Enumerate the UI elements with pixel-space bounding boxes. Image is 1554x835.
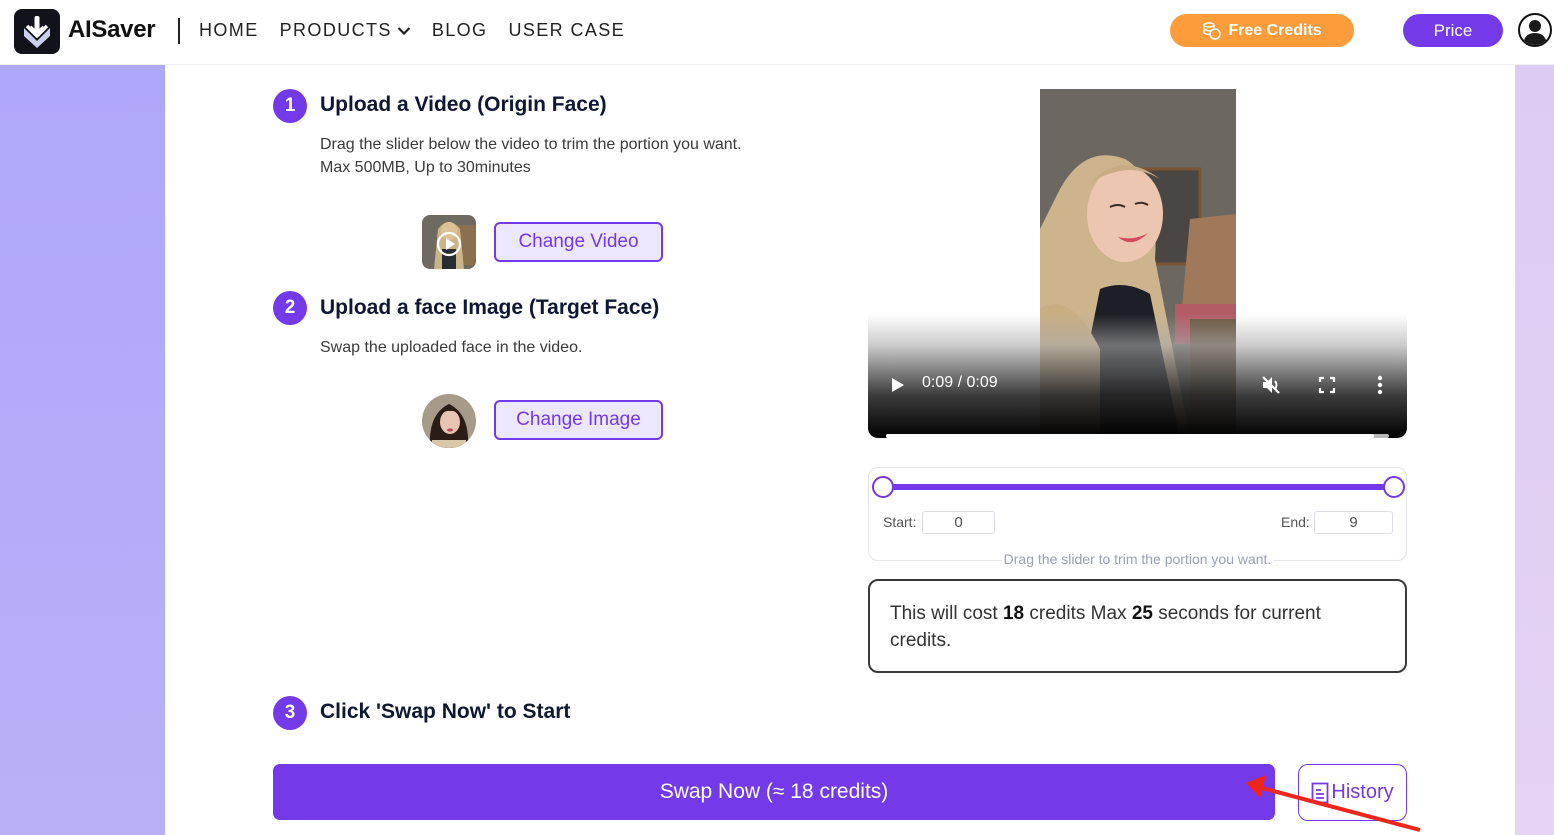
face-swap-panel: 1 Upload a Video (Origin Face) Drag the … [165, 65, 1515, 835]
trim-start-label: Start: [883, 514, 917, 530]
change-video-label: Change Video [518, 231, 639, 252]
trim-start-input[interactable] [922, 511, 995, 534]
user-avatar-icon[interactable] [1518, 13, 1552, 47]
change-image-button[interactable]: Change Image [494, 400, 663, 440]
step-2-desc-line-1: Swap the uploaded face in the video. [320, 339, 583, 356]
step-1-title: Upload a Video (Origin Face) [320, 93, 607, 116]
more-options-icon[interactable] [1376, 374, 1384, 396]
trim-caption-text: Drag the slider to trim the portion you … [1001, 551, 1274, 567]
step-2-badge: 2 [273, 291, 307, 325]
step-1-description: Drag the slider below the video to trim … [320, 133, 742, 179]
cost-credits-value: 18 [1002, 603, 1025, 624]
step-2-title: Upload a face Image (Target Face) [320, 296, 660, 319]
chevron-down-icon [397, 26, 411, 35]
brand-name[interactable]: AISaver [68, 16, 156, 44]
header-divider [178, 18, 180, 44]
step-1-desc-line-1: Drag the slider below the video to trim … [320, 136, 742, 153]
price-button[interactable]: Price [1403, 14, 1503, 47]
nav-home[interactable]: HOME [199, 20, 259, 41]
trim-caption: Drag the slider to trim the portion you … [868, 551, 1407, 567]
video-thumbnail[interactable] [422, 215, 476, 269]
nav-products-label: PRODUCTS [279, 20, 392, 40]
video-player[interactable]: 0:09 / 0:09 [868, 89, 1407, 438]
trim-end-input[interactable] [1314, 511, 1393, 534]
step-3-badge: 3 [273, 696, 307, 730]
fullscreen-icon[interactable] [1318, 376, 1336, 394]
background-right-gradient [1515, 65, 1554, 835]
nav-blog-label: BLOG [431, 20, 488, 40]
change-image-label: Change Image [516, 409, 641, 430]
step-3-title: Click 'Swap Now' to Start [320, 700, 571, 723]
download-arrow-logo-icon[interactable] [14, 9, 60, 54]
cost-middle: credits Max [1024, 603, 1132, 624]
history-button[interactable]: History [1298, 764, 1407, 821]
nav-products[interactable]: PRODUCTS [280, 20, 411, 41]
cost-seconds-value: 25 [1131, 603, 1153, 624]
nav-user-case[interactable]: USER CASE [508, 20, 625, 41]
trim-range-track[interactable] [883, 484, 1394, 490]
trim-slider-box: Start: End: [868, 467, 1407, 561]
coins-icon [1203, 21, 1222, 40]
nav-user-case-label: USER CASE [508, 20, 626, 40]
swap-now-button[interactable]: Swap Now (≈ 18 credits) [273, 764, 1275, 820]
history-label: History [1331, 781, 1394, 803]
document-list-icon [1311, 782, 1329, 803]
trim-end-label: End: [1281, 514, 1310, 530]
nav-blog[interactable]: BLOG [432, 20, 488, 41]
main-nav: HOME PRODUCTS BLOG USER CASE [199, 20, 646, 41]
trim-end-handle[interactable] [1383, 476, 1405, 498]
free-credits-label: Free Credits [1228, 21, 1322, 39]
mute-icon[interactable] [1260, 374, 1282, 396]
swap-now-label: Swap Now (≈ 18 credits) [659, 780, 889, 803]
price-label: Price [1433, 20, 1473, 40]
top-navbar: AISaver HOME PRODUCTS BLOG USER CASE Fre… [0, 0, 1554, 65]
video-time-display: 0:09 / 0:09 [922, 374, 998, 391]
play-icon[interactable] [890, 376, 906, 394]
change-video-button[interactable]: Change Video [494, 222, 663, 262]
video-progress-fill [886, 434, 1374, 438]
cost-info-box: This will cost 18 credits Max 25 seconds… [868, 579, 1407, 673]
nav-home-label: HOME [199, 20, 259, 40]
face-image-thumbnail[interactable] [422, 394, 476, 448]
cost-prefix: This will cost [890, 603, 1003, 624]
free-credits-button[interactable]: Free Credits [1170, 14, 1354, 47]
step-2-description: Swap the uploaded face in the video. [320, 336, 582, 359]
step-1-desc-line-2: Max 500MB, Up to 30minutes [320, 159, 531, 176]
trim-start-handle[interactable] [872, 476, 894, 498]
video-progress-bar[interactable] [886, 434, 1389, 438]
step-1-badge: 1 [273, 89, 307, 123]
